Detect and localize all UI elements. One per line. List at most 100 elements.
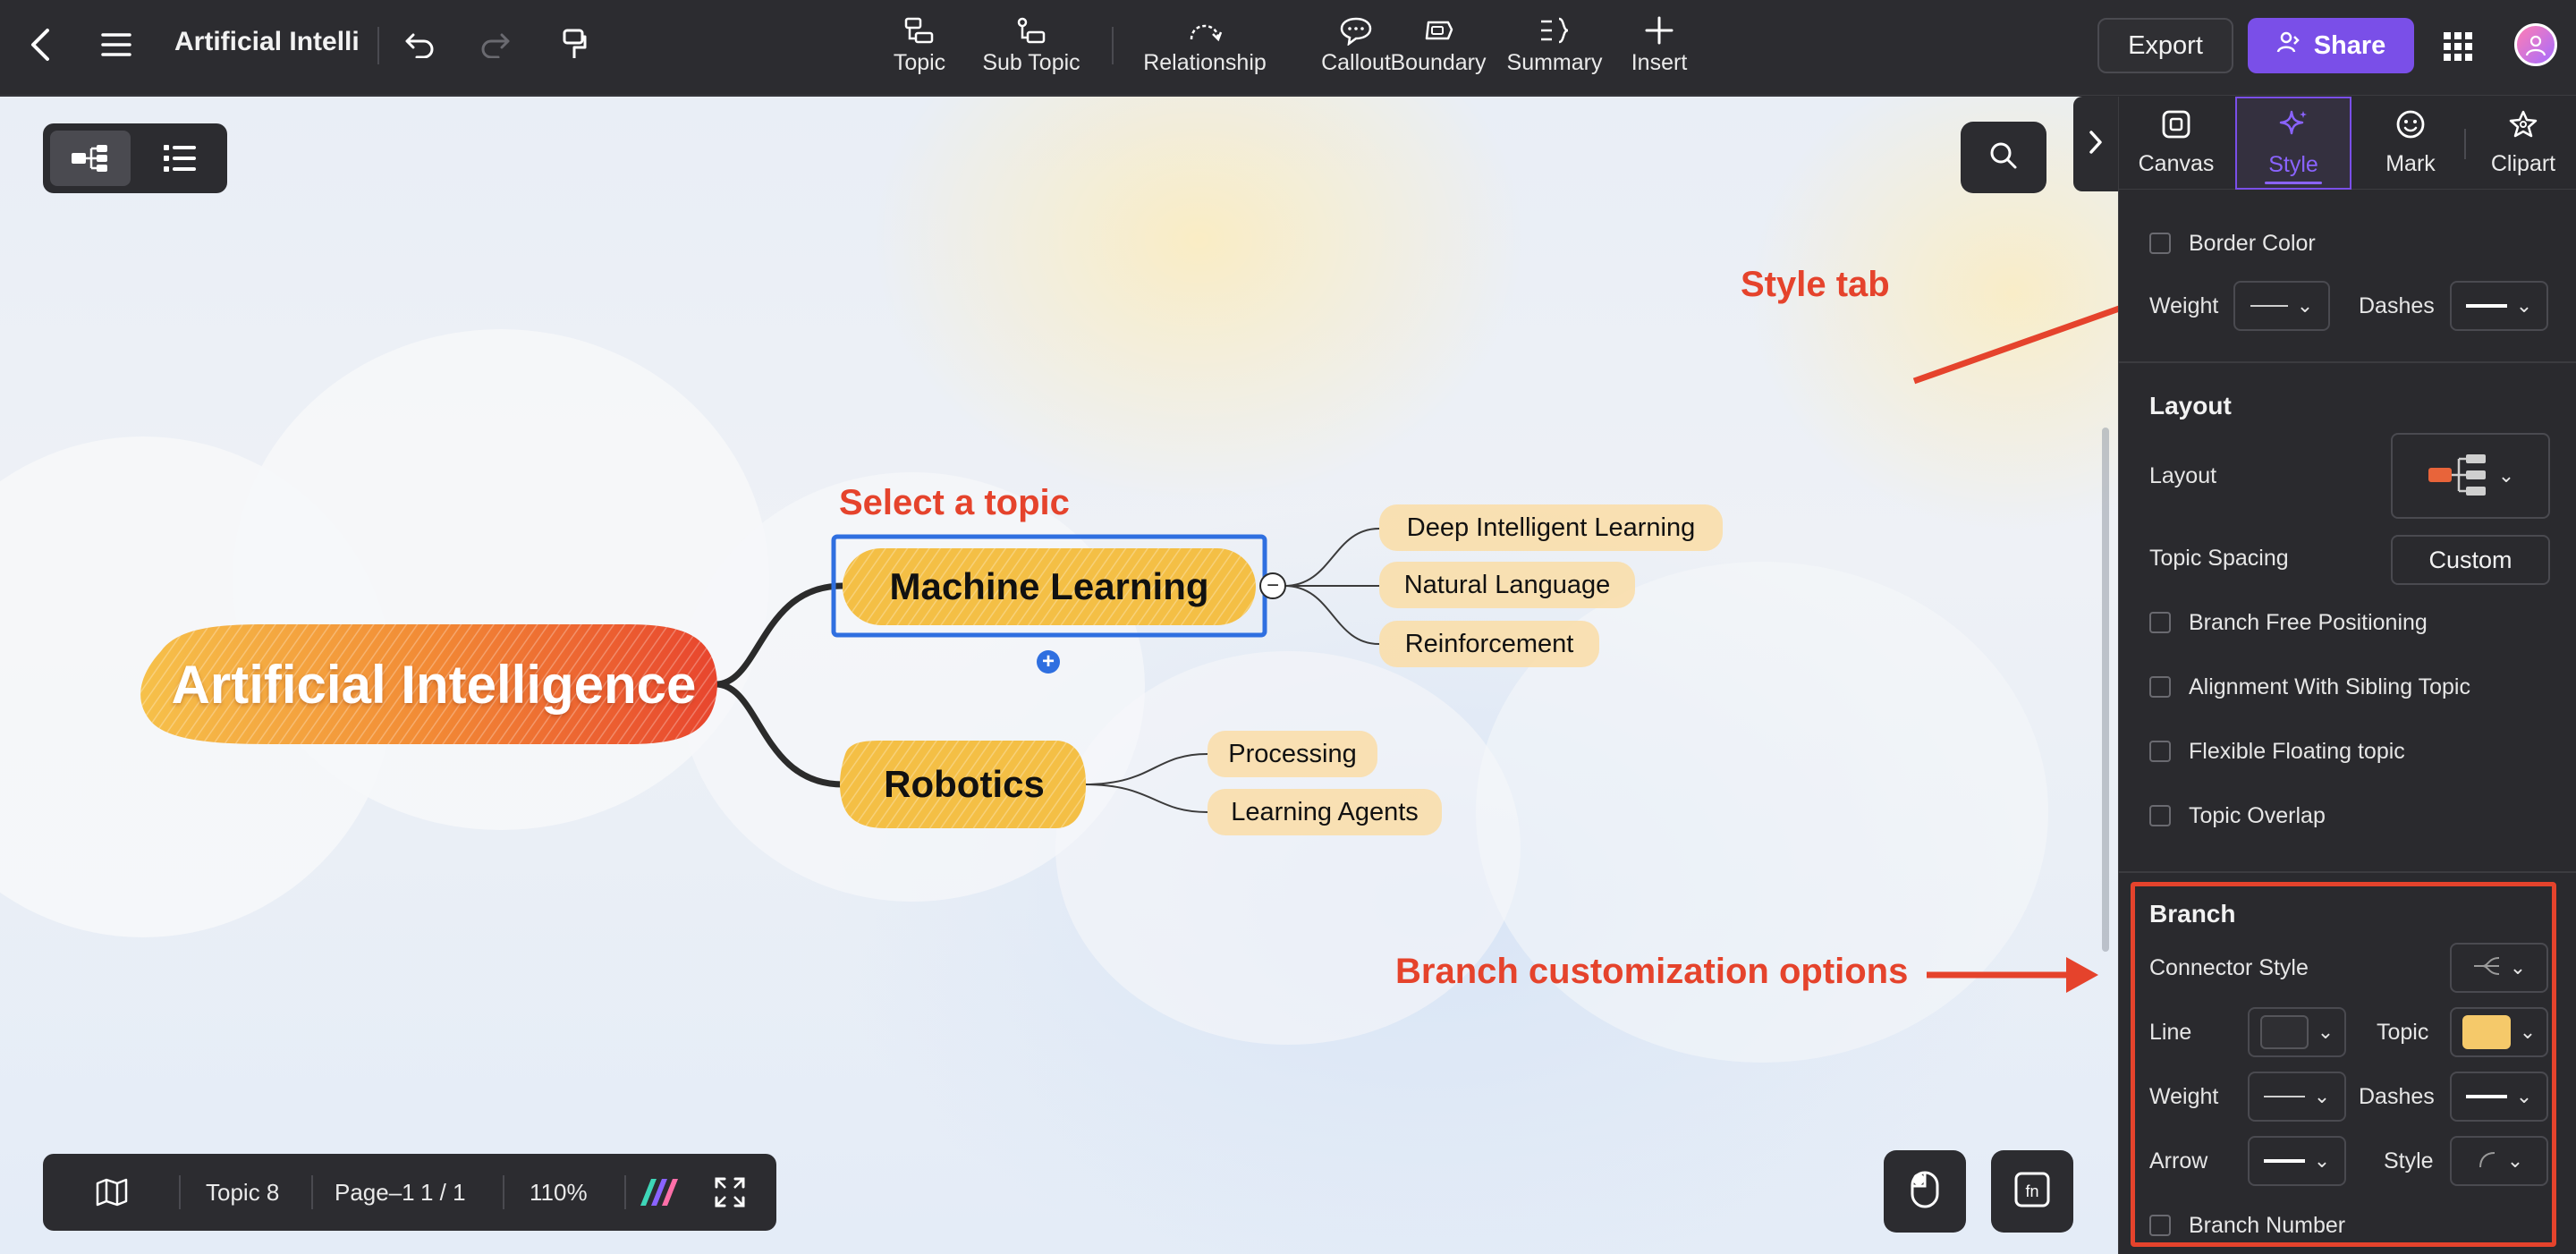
summary-icon — [1538, 13, 1572, 48]
svg-text:fn: fn — [2025, 1182, 2038, 1200]
subtopic-tool[interactable]: Sub Topic — [978, 13, 1085, 84]
callout-icon — [1339, 13, 1373, 48]
boundary-tool[interactable]: Boundary — [1386, 13, 1490, 84]
function-key-button[interactable]: fn — [1991, 1150, 2073, 1233]
canvas-scrollbar[interactable] — [2102, 428, 2109, 952]
border-color-label: Border Color — [2189, 230, 2316, 256]
topic-count: Topic 8 — [206, 1178, 280, 1206]
user-avatar[interactable] — [2514, 23, 2557, 66]
topic-machine-learning[interactable]: Machine Learning — [843, 548, 1256, 625]
annotation-select-topic: Select a topic — [839, 483, 1070, 522]
branch-free-positioning-option[interactable]: Branch Free Positioning — [2149, 608, 2428, 637]
flexible-floating-option[interactable]: Flexible Floating topic — [2149, 737, 2405, 766]
connector-root-robotics — [715, 681, 843, 788]
layout-dropdown[interactable]: ⌄ — [2391, 433, 2550, 519]
topic-robotics[interactable]: Robotics — [843, 741, 1086, 828]
alignment-sibling-option[interactable]: Alignment With Sibling Topic — [2149, 673, 2470, 701]
fullscreen-icon[interactable] — [714, 1154, 746, 1231]
summary-tool-label: Summary — [1506, 50, 1603, 75]
ai-logo-icon[interactable] — [637, 1154, 680, 1231]
back-icon[interactable] — [20, 25, 59, 64]
tab-canvas-label: Canvas — [2138, 151, 2215, 176]
checkbox[interactable] — [2149, 741, 2171, 762]
mouse-mode-button[interactable] — [1884, 1150, 1966, 1233]
subtopic-deep-intelligent-learning[interactable]: Deep Intelligent Learning — [1379, 504, 1723, 551]
section-divider — [2119, 361, 2576, 363]
checkbox[interactable] — [2149, 805, 2171, 826]
checkbox[interactable] — [2149, 676, 2171, 698]
topic-spacing-label: Topic Spacing — [2149, 545, 2289, 571]
layout-label: Layout — [2149, 462, 2217, 488]
tab-clipart[interactable]: Clipart — [2470, 97, 2576, 190]
share-button[interactable]: Share — [2248, 18, 2414, 73]
subtopic-processing[interactable]: Processing — [1208, 731, 1377, 777]
document-title[interactable]: Artificial Intelli — [174, 27, 360, 57]
bar-divider — [624, 1175, 626, 1209]
connector-root-ml — [715, 582, 843, 688]
canvas-icon — [2161, 109, 2191, 146]
annotation-style-tab: Style tab — [1741, 265, 1890, 304]
collapse-branch-button[interactable]: − — [1260, 573, 1285, 598]
apps-grid-icon[interactable] — [2438, 27, 2478, 66]
section-divider — [2119, 871, 2576, 873]
border-color-checkbox[interactable] — [2149, 233, 2171, 254]
active-tab-indicator — [2265, 182, 2322, 184]
root-topic[interactable]: Artificial Intelligence — [152, 624, 716, 744]
subtopic-natural-language[interactable]: Natural Language — [1379, 562, 1635, 608]
border-weight-dropdown[interactable]: ⌄ — [2233, 281, 2330, 331]
share-label: Share — [2313, 30, 2386, 60]
checkbox[interactable] — [2149, 612, 2171, 633]
option-label: Alignment With Sibling Topic — [2189, 674, 2470, 699]
layout-structure-icon — [2427, 452, 2489, 501]
border-color-option[interactable]: Border Color — [2149, 229, 2316, 258]
page-name[interactable]: Page–1 — [335, 1154, 415, 1231]
relationship-tool-label: Relationship — [1143, 50, 1267, 75]
subtopic-tool-label: Sub Topic — [982, 50, 1080, 75]
fn-icon: fn — [2013, 1171, 2051, 1213]
bar-divider — [503, 1175, 504, 1209]
mouse-icon — [1910, 1170, 1940, 1214]
sparkle-icon — [2277, 108, 2309, 147]
subtopic-learning-agents[interactable]: Learning Agents — [1208, 789, 1442, 835]
tab-style[interactable]: Style — [2235, 97, 2351, 190]
menu-icon[interactable] — [97, 25, 136, 64]
redo-icon[interactable] — [476, 25, 515, 64]
panel-tabs: Canvas Style Mark Clipart — [2119, 97, 2576, 190]
topic-spacing-button[interactable]: Custom — [2391, 535, 2550, 585]
undo-icon[interactable] — [400, 25, 439, 64]
border-dashes-dropdown[interactable]: ⌄ — [2450, 281, 2548, 331]
relationship-tool[interactable]: Relationship — [1140, 13, 1270, 84]
bar-divider — [179, 1175, 181, 1209]
subtopic-icon — [1015, 13, 1047, 48]
clipart-icon — [2508, 109, 2538, 146]
user-share-icon — [2276, 30, 2301, 62]
summary-tool[interactable]: Summary — [1506, 13, 1603, 84]
format-painter-icon[interactable] — [555, 23, 594, 66]
chevron-down-icon: ⌄ — [2515, 294, 2533, 317]
topic-overlap-option[interactable]: Topic Overlap — [2149, 801, 2326, 830]
tab-mark[interactable]: Mark — [2353, 97, 2468, 190]
zoom-level[interactable]: 110% — [530, 1154, 588, 1231]
boundary-icon — [1421, 13, 1455, 48]
map-icon[interactable] — [95, 1154, 129, 1231]
topic-tool-label: Topic — [893, 50, 946, 75]
border-weight-label: Weight — [2149, 292, 2219, 318]
mindmap-canvas[interactable]: Artificial Intelligence Machine Learning… — [0, 97, 2118, 1254]
page-index[interactable]: 1 / 1 — [420, 1154, 466, 1231]
export-button[interactable]: Export — [2097, 18, 2233, 73]
tab-style-label: Style — [2268, 152, 2318, 177]
option-label: Topic Overlap — [2189, 802, 2326, 828]
topic-icon — [903, 13, 936, 48]
boundary-tool-label: Boundary — [1390, 50, 1487, 75]
callout-tool-label: Callout — [1321, 50, 1391, 75]
add-topic-button[interactable]: + — [1037, 649, 1060, 674]
border-dashes-label: Dashes — [2359, 292, 2435, 318]
smiley-icon — [2395, 109, 2426, 146]
tab-canvas[interactable]: Canvas — [2119, 97, 2233, 190]
subtopic-reinforcement[interactable]: Reinforcement — [1379, 621, 1599, 667]
option-label: Flexible Floating topic — [2189, 738, 2405, 764]
option-label: Branch Free Positioning — [2189, 609, 2428, 635]
insert-tool[interactable]: Insert — [1623, 13, 1695, 84]
topic-tool[interactable]: Topic — [881, 13, 958, 84]
annotation-branch-options: Branch customization options — [1395, 952, 1909, 991]
